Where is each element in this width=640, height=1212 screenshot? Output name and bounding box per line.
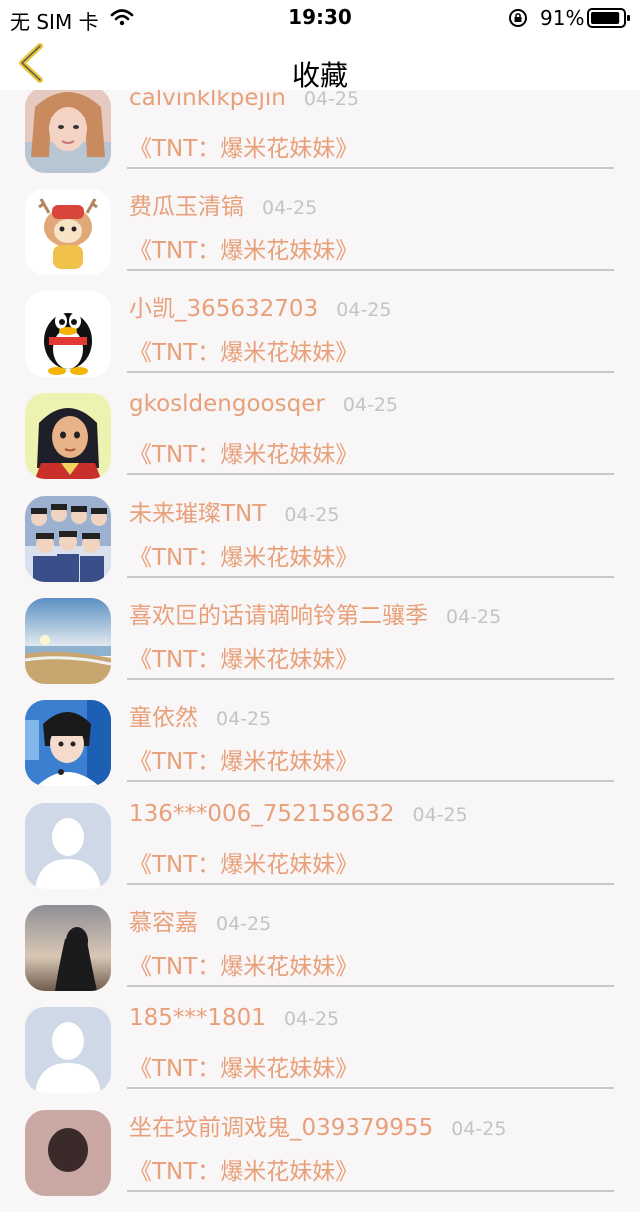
- date: 04-25: [451, 1118, 507, 1140]
- date: 04-25: [216, 708, 272, 730]
- username: 未来璀璨TNT 04-25: [129, 494, 340, 528]
- username: 136***006_752158632 04-25: [129, 801, 468, 827]
- favorite-title[interactable]: 《TNT：爆米花妹妹》: [129, 947, 358, 981]
- divider: [127, 269, 614, 271]
- date: 04-25: [216, 913, 272, 935]
- username: gkosldengoosqer 04-25: [129, 391, 398, 417]
- divider: [127, 167, 614, 169]
- avatar: [25, 1007, 111, 1093]
- avatar: [25, 496, 111, 582]
- favorite-title[interactable]: 《TNT：爆米花妹妹》: [129, 640, 358, 674]
- username-text: 慕容嘉: [129, 910, 198, 936]
- divider: [127, 883, 614, 885]
- username-text: gkosldengoosqer: [129, 391, 325, 417]
- avatar: [25, 393, 111, 479]
- date: 04-25: [342, 394, 399, 416]
- username-text: 喜欢叵的话请谪响铃第二骧季: [129, 603, 428, 629]
- favorite-title[interactable]: 《TNT：爆米花妹妹》: [129, 231, 358, 265]
- username-text: 未来璀璨TNT: [129, 501, 267, 527]
- username-text: 童依然: [129, 705, 198, 731]
- list-item[interactable]: calvinklkpejin 04-25 《TNT：爆米花妹妹》: [0, 85, 640, 189]
- divider: [127, 678, 614, 680]
- list-item[interactable]: 慕容嘉 04-25 《TNT：爆米花妹妹》: [0, 905, 640, 1007]
- date: 04-25: [262, 197, 318, 219]
- avatar: [25, 598, 111, 684]
- avatar: [25, 87, 111, 173]
- list-item[interactable]: 136***006_752158632 04-25 《TNT：爆米花妹妹》: [0, 801, 640, 905]
- divider: [127, 1190, 614, 1192]
- battery-percent: 91%: [540, 6, 585, 30]
- favorite-title[interactable]: 《TNT：爆米花妹妹》: [129, 129, 358, 163]
- favorite-title[interactable]: 《TNT：爆米花妹妹》: [129, 538, 358, 572]
- favorite-title[interactable]: 《TNT：爆米花妹妹》: [129, 1049, 358, 1083]
- list-item[interactable]: 未来璀璨TNT 04-25 《TNT：爆米花妹妹》: [0, 496, 640, 598]
- username-text: 费瓜玉清镐: [129, 194, 244, 220]
- username: 童依然 04-25: [129, 698, 271, 732]
- rotation-lock-icon: [508, 8, 528, 32]
- divider: [127, 985, 614, 987]
- divider: [127, 473, 614, 475]
- list-item[interactable]: 185***1801 04-25 《TNT：爆米花妹妹》: [0, 1005, 640, 1109]
- list-item[interactable]: 小凯_365632703 04-25 《TNT：爆米花妹妹》: [0, 291, 640, 393]
- list-item[interactable]: 坐在坟前调戏鬼_039379955 04-25 《TNT：爆米花妹妹》: [0, 1110, 640, 1212]
- date: 04-25: [284, 504, 340, 526]
- username-text: 小凯_365632703: [129, 296, 319, 322]
- username: 慕容嘉 04-25: [129, 903, 271, 937]
- avatar: [25, 189, 111, 275]
- navigation-bar: 收藏: [0, 36, 640, 92]
- divider: [127, 780, 614, 782]
- favorite-title[interactable]: 《TNT：爆米花妹妹》: [129, 1152, 358, 1186]
- avatar: [25, 291, 111, 377]
- date: 04-25: [446, 606, 502, 628]
- username-text: 136***006_752158632: [129, 801, 395, 827]
- favorite-title[interactable]: 《TNT：爆米花妹妹》: [129, 435, 358, 469]
- battery-icon: [587, 8, 631, 32]
- avatar: [25, 803, 111, 889]
- avatar: [25, 700, 111, 786]
- list-item[interactable]: 童依然 04-25 《TNT：爆米花妹妹》: [0, 700, 640, 802]
- username: 费瓜玉清镐 04-25: [129, 187, 317, 221]
- username: 小凯_365632703 04-25: [129, 289, 391, 323]
- favorite-title[interactable]: 《TNT：爆米花妹妹》: [129, 333, 358, 367]
- avatar: [25, 1110, 111, 1196]
- divider: [127, 1087, 614, 1089]
- page-title: 收藏: [291, 59, 348, 92]
- list-item[interactable]: 喜欢叵的话请谪响铃第二骧季 04-25 《TNT：爆米花妹妹》: [0, 598, 640, 700]
- date: 04-25: [283, 1008, 340, 1030]
- list-item[interactable]: gkosldengoosqer 04-25 《TNT：爆米花妹妹》: [0, 391, 640, 495]
- username: 喜欢叵的话请谪响铃第二骧季 04-25: [129, 596, 501, 630]
- username-text: 坐在坟前调戏鬼_039379955: [129, 1115, 434, 1141]
- favorite-title[interactable]: 《TNT：爆米花妹妹》: [129, 742, 358, 776]
- username: 坐在坟前调戏鬼_039379955 04-25: [129, 1108, 506, 1142]
- divider: [127, 371, 614, 373]
- avatar: [25, 905, 111, 991]
- favorite-title[interactable]: 《TNT：爆米花妹妹》: [129, 845, 358, 879]
- list-item[interactable]: 费瓜玉清镐 04-25 《TNT：爆米花妹妹》: [0, 189, 640, 291]
- status-bar: 无 SIM 卡 19:30 91%: [0, 0, 640, 36]
- divider: [127, 576, 614, 578]
- username-text: 185***1801: [129, 1005, 266, 1031]
- username: 185***1801 04-25: [129, 1005, 339, 1031]
- date: 04-25: [412, 804, 468, 826]
- date: 04-25: [336, 299, 392, 321]
